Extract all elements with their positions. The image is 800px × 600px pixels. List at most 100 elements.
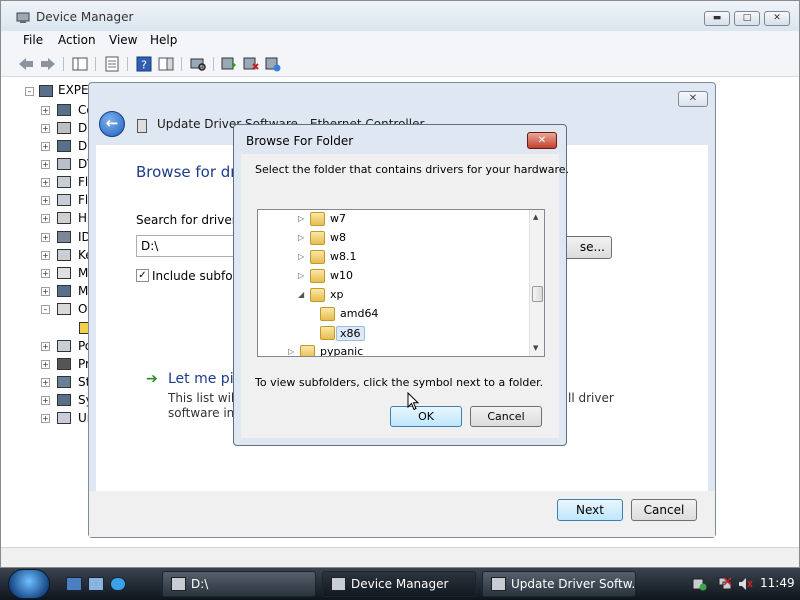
collapse-triangle-icon[interactable]: ◢ <box>298 290 304 299</box>
mouse-cursor-icon <box>407 392 420 411</box>
mouse-icon <box>57 267 71 279</box>
folder-label: w10 <box>330 269 353 282</box>
show-hide-tree-icon[interactable] <box>71 55 89 73</box>
back-arrow-icon[interactable] <box>17 55 35 73</box>
tree-node-w8-1[interactable]: ▷ w8.1 <box>258 248 528 267</box>
tree-expander[interactable]: + <box>41 214 50 223</box>
show-desktop-icon[interactable] <box>66 577 82 591</box>
tree-node-xp[interactable]: ◢ xp <box>258 286 528 305</box>
network-adapter-icon <box>137 119 147 133</box>
device-manager-titlebar[interactable]: Device Manager ▬ □ ✕ <box>1 1 799 31</box>
tree-expander[interactable]: + <box>41 142 50 151</box>
switch-windows-icon[interactable] <box>88 577 104 591</box>
other-devices-icon <box>57 303 71 315</box>
tree-node-w7[interactable]: ▷ w7 <box>258 210 528 229</box>
tree-expander[interactable]: + <box>41 196 50 205</box>
tree-expander[interactable]: + <box>41 360 50 369</box>
dialog-cancel-button[interactable]: Cancel <box>470 406 542 427</box>
expand-triangle-icon[interactable]: ▷ <box>298 233 304 242</box>
next-button[interactable]: Next <box>557 499 623 521</box>
display-adapter-icon <box>57 140 71 152</box>
tree-item-label[interactable]: M <box>78 266 88 280</box>
tree-expander[interactable]: + <box>41 414 50 423</box>
expand-triangle-icon[interactable]: ▷ <box>298 271 304 280</box>
maximize-button[interactable]: □ <box>734 11 760 26</box>
scrollbar-thumb[interactable] <box>532 286 543 302</box>
back-arrow-icon[interactable]: ← <box>99 111 125 137</box>
tree-expander[interactable]: + <box>41 378 50 387</box>
forward-arrow-icon[interactable] <box>39 55 57 73</box>
close-button[interactable]: ✕ <box>764 11 790 26</box>
tree-item-label[interactable]: M <box>78 284 88 298</box>
tree-expander[interactable]: + <box>41 269 50 278</box>
monitor-icon <box>57 285 71 297</box>
update-driver-icon <box>491 577 506 591</box>
taskbar-button-update-driver[interactable]: Update Driver Softw... <box>482 571 636 597</box>
dialog-close-button[interactable]: ✕ <box>527 132 557 149</box>
tree-expander[interactable]: + <box>41 287 50 296</box>
start-button[interactable] <box>8 569 50 599</box>
tree-expander[interactable]: + <box>41 124 50 133</box>
tree-expander[interactable]: + <box>41 251 50 260</box>
device-manager-icon <box>16 12 30 23</box>
disable-device-icon[interactable] <box>264 55 282 73</box>
computer-category-icon <box>57 104 71 116</box>
volume-icon[interactable] <box>738 577 753 591</box>
tree-root-expander[interactable]: – <box>25 87 34 96</box>
include-subfolders-label[interactable]: Include subfold <box>152 269 244 283</box>
tree-node-amd64[interactable]: amd64 <box>258 305 528 324</box>
ports-icon <box>57 340 71 352</box>
tree-expander[interactable]: + <box>41 160 50 169</box>
internet-explorer-icon[interactable] <box>110 577 126 591</box>
menu-file[interactable]: File <box>23 33 43 47</box>
tree-node-pypanic[interactable]: ▷ pypanic <box>258 343 528 356</box>
network-icon[interactable] <box>718 577 733 591</box>
tree-expander[interactable]: + <box>41 342 50 351</box>
tree-expander-expanded[interactable]: – <box>41 305 50 314</box>
floppy-drive-icon <box>57 194 71 206</box>
disk-drive-icon <box>57 122 71 134</box>
menu-action[interactable]: Action <box>58 33 96 47</box>
ok-button[interactable]: OK <box>390 406 462 427</box>
wizard-close-button[interactable]: ✕ <box>678 91 708 107</box>
let-me-pick-link[interactable]: Let me pic <box>168 371 241 387</box>
tree-expander[interactable]: + <box>41 396 50 405</box>
folder-label: amd64 <box>340 307 379 320</box>
action-pane-icon[interactable] <box>157 55 175 73</box>
tree-node-w10[interactable]: ▷ w10 <box>258 267 528 286</box>
task-label: Device Manager <box>351 577 449 591</box>
scroll-up-icon[interactable]: ▲ <box>533 213 538 221</box>
menu-view[interactable]: View <box>109 33 137 47</box>
folder-tree: ▷ w7 ▷ w8 ▷ w8.1 ▷ w10 ◢ xp amd64 x86 ▷ … <box>257 209 545 357</box>
wizard-cancel-button[interactable]: Cancel <box>631 499 697 521</box>
dialog-instruction: Select the folder that contains drivers … <box>255 163 570 176</box>
tree-expander[interactable]: + <box>41 233 50 242</box>
minimize-button[interactable]: ▬ <box>704 11 730 26</box>
scroll-down-icon[interactable]: ▼ <box>533 344 538 352</box>
computer-icon <box>39 85 53 97</box>
scan-hardware-icon[interactable] <box>189 55 207 73</box>
update-driver-icon[interactable] <box>220 55 238 73</box>
expand-triangle-icon[interactable]: ▷ <box>288 347 294 356</box>
taskbar-button-device-manager[interactable]: Device Manager <box>322 571 476 597</box>
taskbar-button-explorer[interactable]: D:\ <box>162 571 316 597</box>
tree-expander[interactable]: + <box>41 178 50 187</box>
properties-icon[interactable] <box>103 55 121 73</box>
uninstall-icon[interactable] <box>242 55 260 73</box>
storage-controller-icon <box>57 376 71 388</box>
browse-for-folder-dialog: Browse For Folder ✕ Select the folder th… <box>233 124 569 446</box>
expand-triangle-icon[interactable]: ▷ <box>298 214 304 223</box>
tree-expander[interactable]: + <box>41 106 50 115</box>
security-alert-icon[interactable] <box>692 577 707 591</box>
svg-text:?: ? <box>141 59 147 72</box>
clock[interactable]: 11:49 <box>760 576 795 590</box>
help-icon[interactable]: ? <box>135 55 153 73</box>
tree-node-x86[interactable]: x86 <box>258 324 528 343</box>
dialog-body: Select the folder that contains drivers … <box>241 154 569 438</box>
folder-tree-scrollbar[interactable]: ▲ ▼ <box>529 210 544 356</box>
tree-node-w8[interactable]: ▷ w8 <box>258 229 528 248</box>
expand-triangle-icon[interactable]: ▷ <box>298 252 304 261</box>
menu-help[interactable]: Help <box>150 33 177 47</box>
include-subfolders-checkbox[interactable]: ✓ <box>136 269 149 282</box>
folder-label-selected: x86 <box>336 326 365 341</box>
